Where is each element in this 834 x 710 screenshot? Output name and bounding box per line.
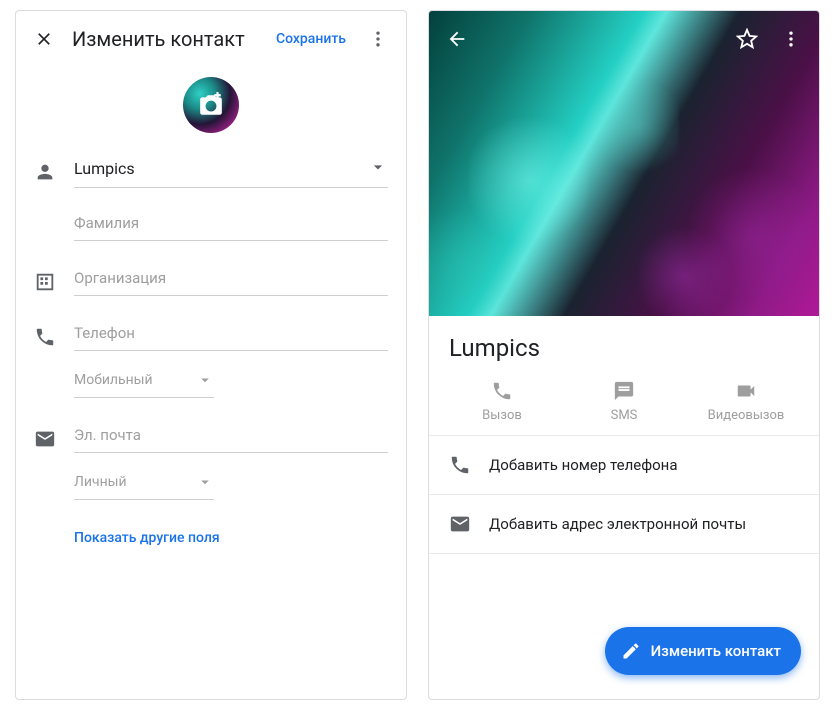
name-row: Lumpics Фамилия bbox=[34, 155, 388, 241]
last-name-ph: Фамилия bbox=[74, 214, 388, 232]
dropdown-icon bbox=[196, 473, 214, 491]
sms-action[interactable]: SMS bbox=[564, 380, 685, 423]
email-field[interactable]: Эл. почта bbox=[74, 422, 388, 453]
video-action[interactable]: Видеовызов bbox=[686, 380, 807, 423]
hero-image bbox=[429, 11, 819, 316]
email-type-select[interactable]: Личный bbox=[74, 473, 214, 500]
fab-label: Изменить контакт bbox=[651, 642, 781, 660]
call-label: Вызов bbox=[482, 408, 522, 423]
org-field[interactable]: Организация bbox=[74, 265, 388, 296]
phone-field[interactable]: Телефон bbox=[74, 320, 388, 351]
email-type-label: Личный bbox=[74, 474, 196, 490]
email-row: Эл. почта Личный bbox=[34, 422, 388, 500]
view-contact-screen: Lumpics Вызов SMS Видеовызов Добавить но… bbox=[428, 10, 820, 700]
add-email-button[interactable]: Добавить адрес электронной почты bbox=[429, 495, 819, 553]
close-icon[interactable] bbox=[22, 17, 66, 61]
phone-icon bbox=[491, 380, 513, 402]
edit-contact-screen: Изменить контакт Сохранить Lumpics bbox=[15, 10, 407, 700]
email-icon bbox=[449, 513, 471, 535]
message-icon bbox=[613, 380, 635, 402]
add-phone-button[interactable]: Добавить номер телефона bbox=[429, 436, 819, 494]
avatar-area bbox=[16, 67, 406, 155]
phone-ph: Телефон bbox=[74, 324, 388, 342]
camera-add-icon bbox=[198, 92, 224, 118]
contact-name: Lumpics bbox=[429, 316, 819, 376]
last-name-field[interactable]: Фамилия bbox=[74, 210, 388, 241]
video-icon bbox=[735, 380, 757, 402]
save-button[interactable]: Сохранить bbox=[270, 31, 352, 47]
org-ph: Организация bbox=[74, 269, 388, 287]
back-icon[interactable] bbox=[435, 17, 479, 61]
org-row: Организация bbox=[34, 265, 388, 296]
call-action[interactable]: Вызов bbox=[442, 380, 563, 423]
overflow-menu-icon[interactable] bbox=[356, 17, 400, 61]
email-ph: Эл. почта bbox=[74, 426, 388, 444]
chevron-down-icon[interactable] bbox=[368, 157, 388, 177]
first-name-value: Lumpics bbox=[74, 159, 388, 179]
edit-contact-fab[interactable]: Изменить контакт bbox=[605, 627, 801, 675]
phone-icon bbox=[449, 454, 471, 476]
building-icon bbox=[34, 265, 74, 293]
email-icon bbox=[34, 422, 74, 450]
dropdown-icon bbox=[196, 371, 214, 389]
star-icon[interactable] bbox=[725, 17, 769, 61]
phone-icon bbox=[34, 320, 74, 348]
phone-type-select[interactable]: Мобильный bbox=[74, 371, 214, 398]
avatar-button[interactable] bbox=[183, 77, 239, 133]
first-name-field[interactable]: Lumpics bbox=[74, 155, 388, 188]
more-fields-button[interactable]: Показать другие поля bbox=[16, 524, 406, 546]
phone-type-label: Мобильный bbox=[74, 372, 196, 388]
edit-title: Изменить контакт bbox=[66, 27, 270, 51]
pencil-icon bbox=[621, 641, 641, 661]
overflow-menu-icon[interactable] bbox=[769, 17, 813, 61]
video-label: Видеовызов bbox=[708, 408, 785, 423]
edit-header: Изменить контакт Сохранить bbox=[16, 11, 406, 67]
person-icon bbox=[34, 155, 74, 183]
phone-row: Телефон Мобильный bbox=[34, 320, 388, 398]
add-phone-label: Добавить номер телефона bbox=[489, 456, 678, 474]
divider bbox=[429, 553, 819, 554]
view-header bbox=[429, 11, 819, 67]
action-bar: Вызов SMS Видеовызов bbox=[429, 376, 819, 436]
sms-label: SMS bbox=[611, 408, 638, 423]
add-email-label: Добавить адрес электронной почты bbox=[489, 515, 746, 533]
